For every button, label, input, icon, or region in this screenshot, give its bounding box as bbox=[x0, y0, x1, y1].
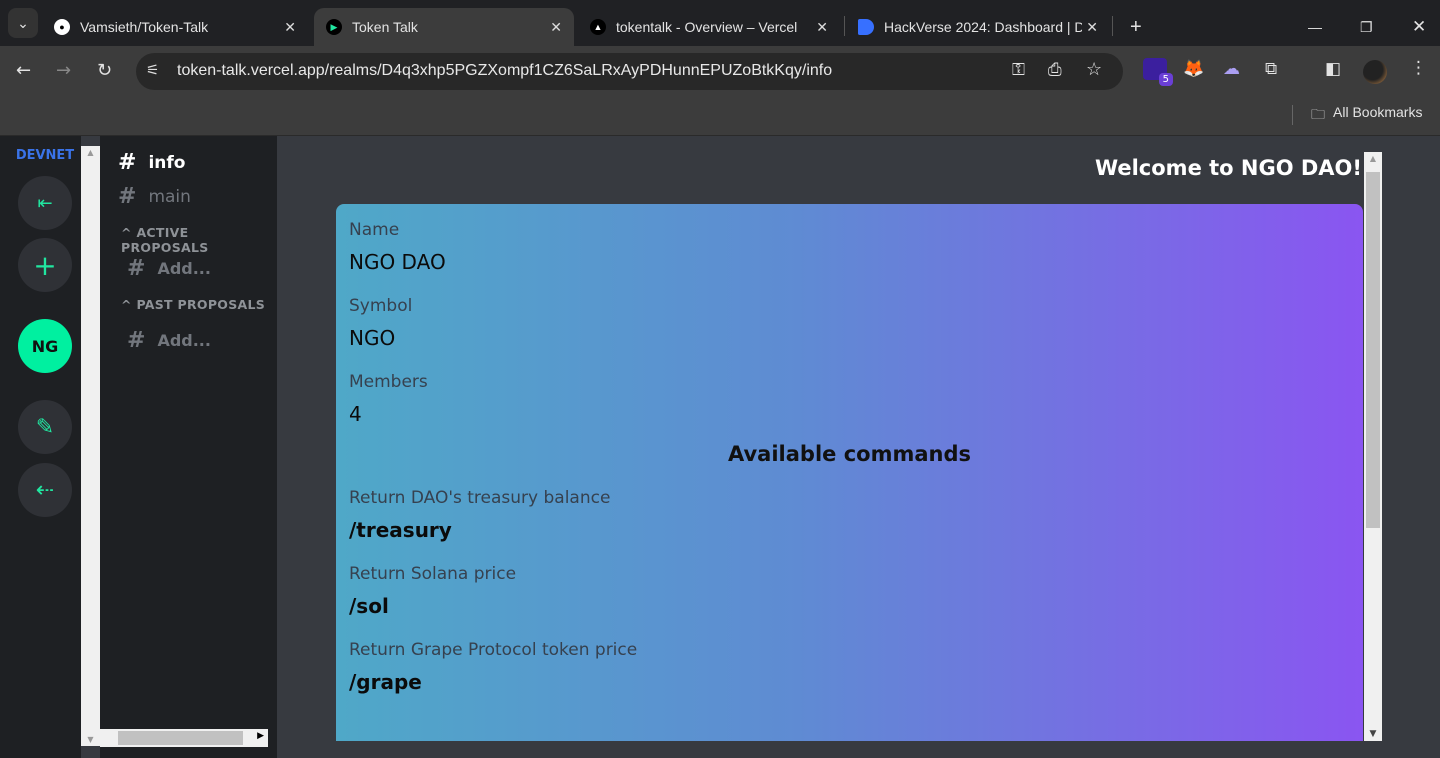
back-icon[interactable]: ← bbox=[16, 60, 31, 81]
tab-hackverse[interactable]: HackVerse 2024: Dashboard | D ✕ bbox=[846, 8, 1110, 46]
side-panel-icon[interactable]: ◧ bbox=[1325, 59, 1341, 79]
logout-button[interactable]: ⇠ bbox=[18, 463, 72, 517]
address-bar[interactable]: ⚟ token-talk.vercel.app/realms/D4q3xhp5P… bbox=[136, 53, 1123, 90]
field-label: Symbol bbox=[349, 296, 413, 316]
add-realm-button[interactable]: + bbox=[18, 238, 72, 292]
tab-github[interactable]: ● Vamsieth/Token-Talk ✕ bbox=[42, 8, 308, 46]
extensions-puzzle-icon[interactable]: ⧉ bbox=[1265, 59, 1277, 79]
command-name: /sol bbox=[349, 594, 389, 618]
pencil-icon: ✎ bbox=[35, 414, 55, 440]
command-name: /grape bbox=[349, 670, 422, 694]
tab-token-talk[interactable]: ▶ Token Talk ✕ bbox=[314, 8, 574, 46]
install-app-icon[interactable]: ⎙ bbox=[1048, 60, 1062, 80]
channel-info[interactable]: # info bbox=[118, 150, 185, 175]
field-value: 4 bbox=[349, 402, 362, 426]
hash-icon: # bbox=[118, 150, 137, 175]
github-icon: ● bbox=[54, 19, 70, 35]
url-text[interactable]: token-talk.vercel.app/realms/D4q3xhp5PGZ… bbox=[177, 62, 832, 80]
hash-icon: # bbox=[127, 256, 146, 281]
tab-search-button[interactable]: ⌄ bbox=[8, 8, 38, 38]
realm-avatar[interactable]: NG bbox=[18, 319, 72, 373]
section-past-proposals[interactable]: ^ PAST PROPOSALS bbox=[121, 297, 265, 312]
close-tab-icon[interactable]: ✕ bbox=[1082, 18, 1098, 36]
main-scrollbar[interactable]: ▲ ▼ bbox=[1364, 152, 1382, 741]
token-talk-icon: ▶ bbox=[326, 19, 342, 35]
scroll-thumb[interactable] bbox=[1366, 172, 1380, 528]
devfolio-icon bbox=[858, 19, 874, 35]
channel-hscrollbar[interactable]: ▶ bbox=[100, 729, 268, 747]
tab-title: Vamsieth/Token-Talk bbox=[80, 19, 209, 35]
collapse-button[interactable]: ⇤ bbox=[18, 176, 72, 230]
channel-list: # info # main ^ ACTIVE PROPOSALS # Add... ^… bbox=[100, 136, 277, 758]
add-past-proposal[interactable]: # Add... bbox=[127, 328, 211, 353]
add-active-proposal[interactable]: # Add... bbox=[127, 256, 211, 281]
profile-avatar[interactable] bbox=[1363, 60, 1387, 84]
plus-icon: + bbox=[33, 248, 57, 282]
folder-icon: 🗀 bbox=[1311, 106, 1325, 122]
site-info-icon[interactable]: ⚟ bbox=[146, 61, 159, 79]
field-value: NGO bbox=[349, 326, 396, 350]
extension-icon[interactable]: 5 bbox=[1143, 58, 1173, 86]
new-tab-button[interactable]: + bbox=[1118, 8, 1154, 46]
tab-title: HackVerse 2024: Dashboard | D bbox=[884, 19, 1085, 35]
network-label: DEVNET bbox=[15, 148, 75, 163]
hash-icon: # bbox=[118, 184, 137, 209]
arrow-left-bar-icon: ⇤ bbox=[37, 192, 53, 214]
vercel-icon: ▲ bbox=[590, 19, 606, 35]
command-description: Return DAO's treasury balance bbox=[349, 488, 611, 508]
forward-icon[interactable]: → bbox=[56, 60, 71, 81]
section-active-proposals[interactable]: ^ ACTIVE PROPOSALS bbox=[121, 225, 277, 255]
star-icon[interactable]: ☆ bbox=[1086, 59, 1102, 80]
key-icon[interactable]: ⚿ bbox=[1012, 60, 1025, 80]
command-description: Return Solana price bbox=[349, 564, 517, 584]
all-bookmarks-button[interactable]: 🗀 All Bookmarks bbox=[1311, 104, 1422, 128]
phantom-icon[interactable]: ☁ bbox=[1223, 59, 1240, 79]
tab-title: tokentalk - Overview – Vercel bbox=[616, 19, 798, 35]
reload-icon[interactable]: ↻ bbox=[97, 60, 112, 81]
tab-title: Token Talk bbox=[352, 19, 418, 35]
realm-rail: DEVNET ⇤ + NG ✎ ⇠ bbox=[0, 136, 81, 758]
restore-button[interactable]: ❐ bbox=[1348, 8, 1385, 46]
command-description: Return Grape Protocol token price bbox=[349, 640, 638, 660]
field-value: NGO DAO bbox=[349, 250, 446, 274]
rail-scrollbar[interactable]: ▲ ▼ bbox=[81, 146, 100, 746]
command-name: /treasury bbox=[349, 518, 452, 542]
bookmarks-bar: 🗀 All Bookmarks bbox=[0, 97, 1440, 136]
menu-icon[interactable]: ⋮ bbox=[1410, 58, 1427, 78]
close-tab-icon[interactable]: ✕ bbox=[550, 19, 562, 36]
close-tab-icon[interactable]: ✕ bbox=[284, 19, 296, 36]
extension-badge: 5 bbox=[1158, 73, 1173, 86]
hash-icon: # bbox=[127, 328, 146, 353]
metamask-icon[interactable]: 🦊 bbox=[1183, 59, 1204, 79]
field-label: Members bbox=[349, 372, 428, 392]
close-tab-icon[interactable]: ✕ bbox=[816, 19, 828, 36]
edit-button[interactable]: ✎ bbox=[18, 400, 72, 454]
tab-vercel[interactable]: ▲ tokentalk - Overview – Vercel ✕ bbox=[578, 8, 840, 46]
field-label: Name bbox=[349, 220, 400, 240]
channel-main[interactable]: # main bbox=[118, 184, 191, 209]
minimize-button[interactable]: — bbox=[1296, 8, 1334, 46]
close-window-button[interactable]: ✕ bbox=[1400, 8, 1438, 46]
tab-strip: ⌄ ● Vamsieth/Token-Talk ✕ ▶ Token Talk ✕… bbox=[0, 0, 1440, 46]
commands-heading: Available commands bbox=[727, 442, 971, 466]
dao-info-card: Name NGO DAO Symbol NGO Members 4 Availa… bbox=[336, 204, 1363, 741]
logout-icon: ⇠ bbox=[35, 477, 55, 503]
page-title: Welcome to NGO DAO! bbox=[1094, 156, 1362, 180]
